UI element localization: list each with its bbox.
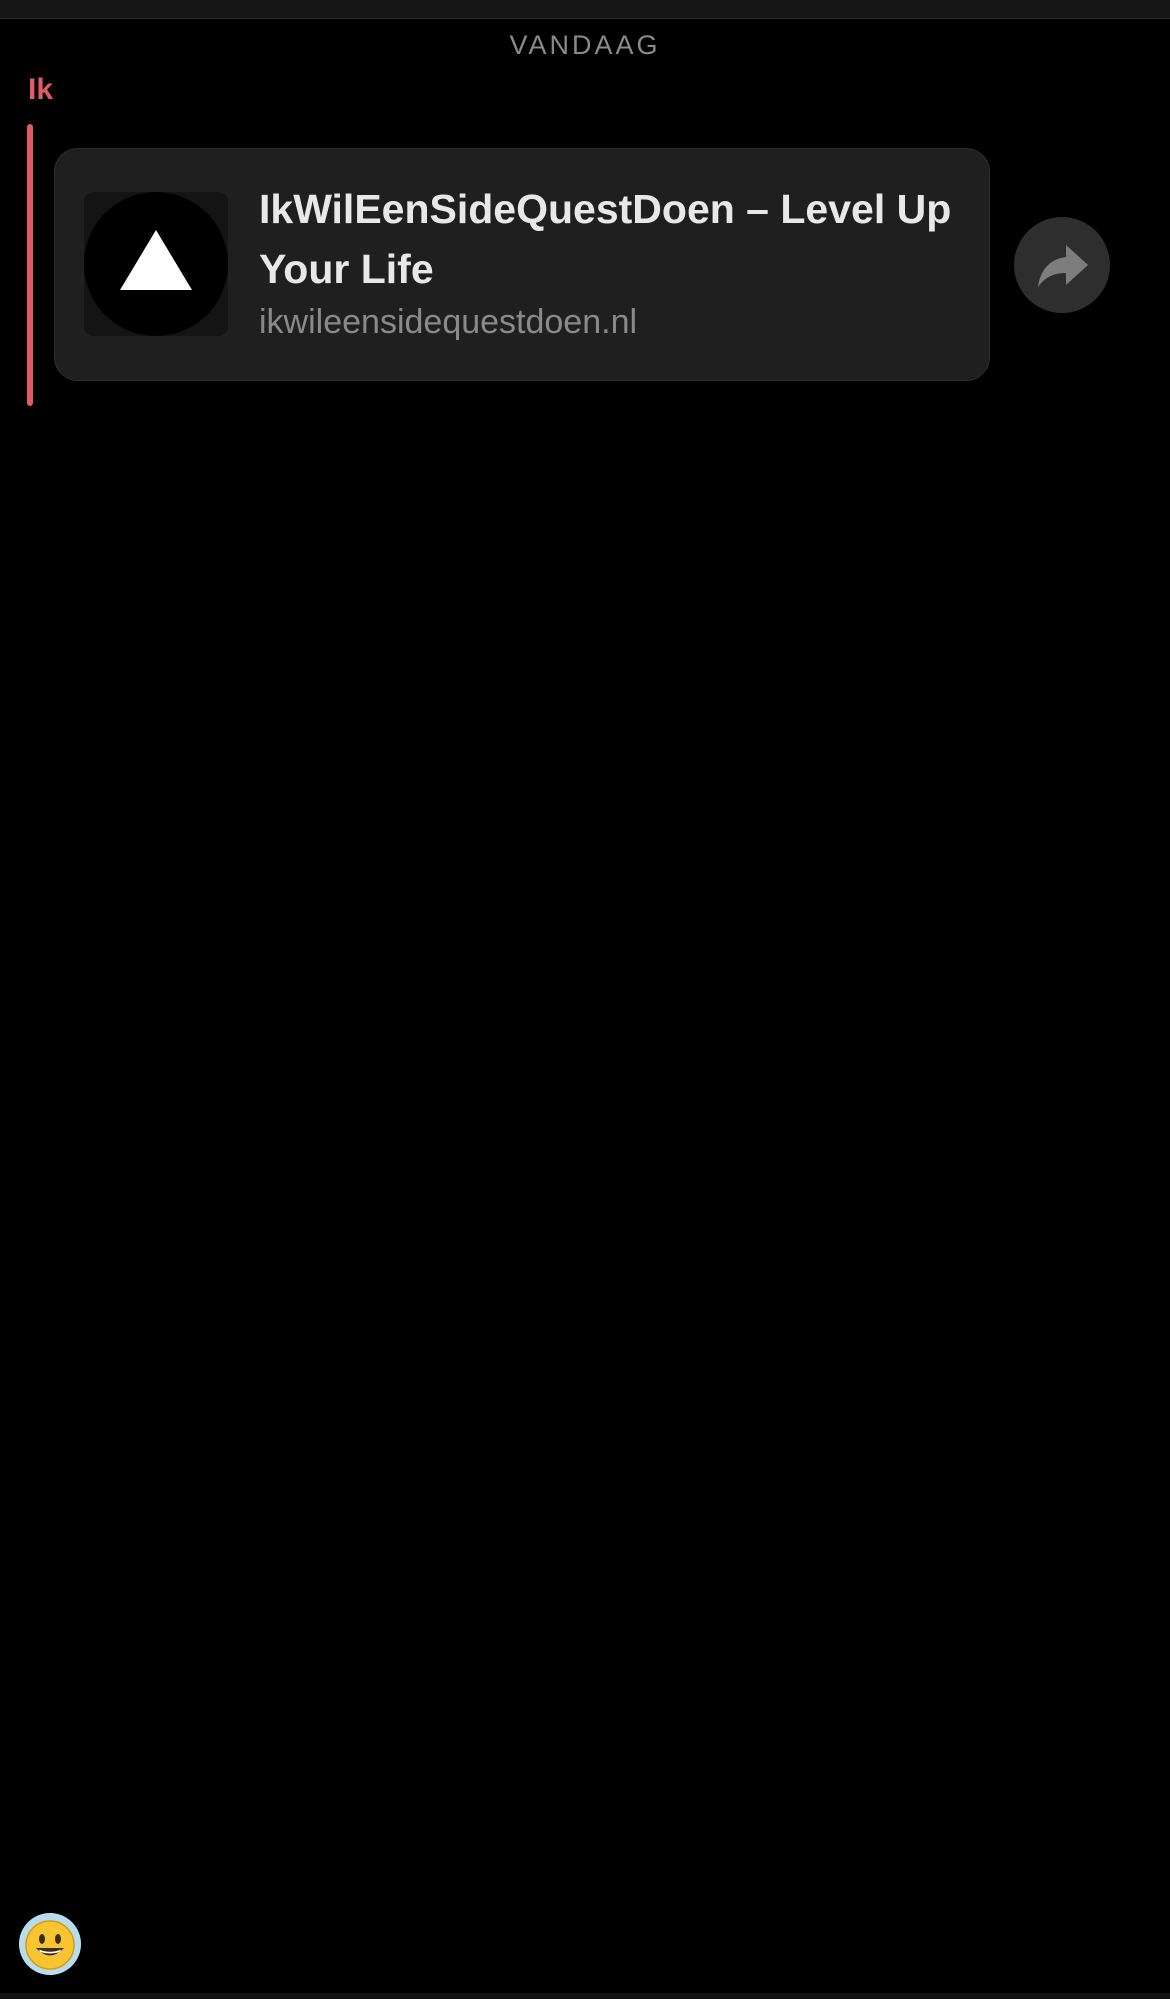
share-arrow-icon bbox=[1038, 245, 1088, 287]
smiley-emoji-icon bbox=[19, 1913, 81, 1975]
link-thumbnail bbox=[84, 192, 228, 336]
top-bar-edge bbox=[0, 0, 1170, 19]
link-preview-card[interactable]: IkWilEenSideQuestDoen – Level Up Your Li… bbox=[54, 148, 990, 381]
bottom-edge bbox=[0, 1993, 1170, 1999]
link-domain: ikwileensidequestdoen.nl bbox=[259, 303, 638, 341]
sender-label: Ik bbox=[28, 73, 54, 106]
sender-accent-bar bbox=[27, 124, 33, 406]
emoji-button[interactable] bbox=[19, 1913, 81, 1975]
share-button[interactable] bbox=[1014, 217, 1110, 313]
triangle-logo-icon bbox=[120, 230, 192, 290]
chat-screen: VANDAAG Ik IkWilEenSideQuestDoen – Level… bbox=[0, 0, 1170, 1999]
link-title: IkWilEenSideQuestDoen – Level Up Your Li… bbox=[259, 186, 952, 292]
date-divider: VANDAAG bbox=[509, 30, 661, 60]
